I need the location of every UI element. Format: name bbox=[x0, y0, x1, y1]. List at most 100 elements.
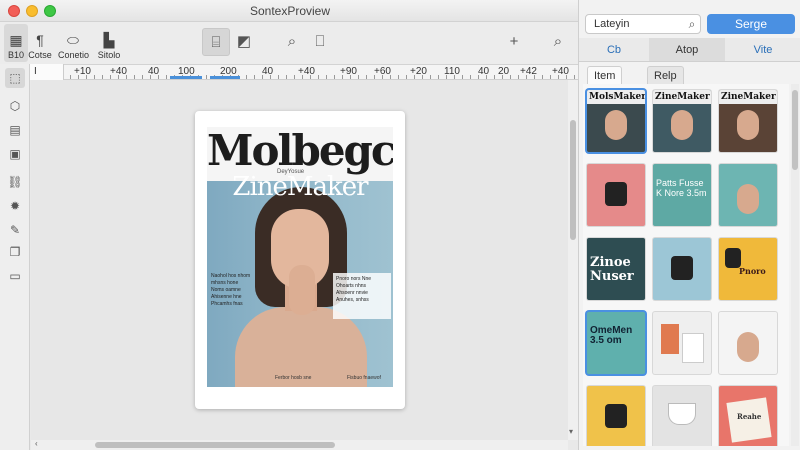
tile-title: Patts Fusse K Nore 3.5m bbox=[656, 178, 707, 198]
tab-cb[interactable]: Cb bbox=[579, 38, 649, 62]
panel-scrollbar[interactable] bbox=[791, 84, 799, 446]
cover-text-line: Noms oamne bbox=[211, 287, 241, 293]
toolbar-button-b10[interactable]: ▦ B10 bbox=[4, 24, 28, 62]
canvas-horizontal-scrollbar[interactable]: ‹ bbox=[31, 439, 568, 450]
tile-cup bbox=[669, 404, 695, 424]
canvas-area[interactable]: Molbegc DeyYosue ZineMaker Naohol hos nh… bbox=[31, 80, 568, 440]
template-tile[interactable] bbox=[587, 164, 645, 226]
scrollbar-thumb[interactable] bbox=[570, 120, 576, 240]
tile-title: OmeMen 3.5 om bbox=[590, 325, 633, 346]
tile-device bbox=[605, 404, 627, 428]
search-button[interactable]: Serge bbox=[707, 14, 795, 34]
canvas-vertical-scrollbar[interactable]: ▾ bbox=[568, 80, 578, 440]
crop-frame-icon[interactable]: ◩ bbox=[230, 28, 258, 56]
magazine-cover[interactable]: Molbegc DeyYosue ZineMaker Naohol hos nh… bbox=[207, 127, 393, 387]
ruler-label: +10 bbox=[74, 66, 91, 77]
tile-title: ZineMaker bbox=[719, 90, 777, 104]
images-icon[interactable]: ▣ bbox=[5, 144, 25, 164]
toolbar-button-label: Conetio bbox=[58, 50, 90, 60]
cover-text-line: Anuhes, snhss bbox=[336, 297, 369, 303]
tile-title: Zinoe Nuser bbox=[590, 255, 634, 284]
tab-vite[interactable]: Vite bbox=[725, 38, 800, 62]
template-tile[interactable]: Patts Fusse K Nore 3.5m bbox=[653, 164, 711, 226]
cover-text-line: mhsns hone bbox=[211, 280, 239, 286]
template-tile[interactable] bbox=[653, 386, 711, 446]
toolbar-button-cotse[interactable]: ¶ Cotse bbox=[28, 24, 52, 62]
tile-device bbox=[725, 248, 741, 268]
presentation-icon[interactable]: ⌸ bbox=[202, 28, 230, 56]
cover-footer-right[interactable]: Fisbuo fnaewof bbox=[347, 375, 381, 381]
subtab-relp[interactable]: Relp bbox=[647, 66, 684, 84]
tile-portrait bbox=[605, 110, 627, 140]
scrollbar-thumb[interactable] bbox=[95, 442, 335, 448]
bucket-icon: ▙ bbox=[103, 32, 115, 48]
chevron-down-icon[interactable]: ▾ bbox=[569, 427, 573, 436]
tile-title: MolsMaker bbox=[587, 90, 645, 104]
template-tile[interactable]: Zinoe Nuser bbox=[587, 238, 645, 300]
ruler-label: 20 bbox=[498, 66, 510, 77]
template-tile[interactable] bbox=[719, 312, 777, 374]
chevron-left-icon[interactable]: ‹ bbox=[35, 439, 38, 448]
template-tile[interactable]: MolsMaker bbox=[587, 90, 645, 152]
ruler-label: +40 bbox=[110, 66, 127, 77]
template-tile[interactable]: Pnoro bbox=[719, 238, 777, 300]
scrollbar-thumb[interactable] bbox=[792, 90, 798, 170]
cover-headline[interactable]: ZineMaker bbox=[207, 172, 393, 202]
ruler-label: 100 bbox=[178, 66, 195, 77]
toolbar-button-conetio[interactable]: ⬭ Conetio bbox=[58, 24, 90, 62]
select-tool-icon[interactable]: ⬚ bbox=[5, 68, 25, 88]
template-tile[interactable]: ZineMaker bbox=[719, 90, 777, 152]
template-tile[interactable] bbox=[653, 238, 711, 300]
layers-icon[interactable]: ▤ bbox=[5, 120, 25, 140]
toolbar: ▦ B10 ¶ Cotse ⬭ Conetio ▙ Sitolo ⌸ ◩ ⌕ ⎕… bbox=[0, 22, 578, 64]
cover-footer-left[interactable]: Ferbor hosb sne bbox=[275, 375, 311, 381]
template-tile[interactable] bbox=[587, 386, 645, 446]
ruler-label: 40 bbox=[148, 66, 160, 77]
template-tile[interactable]: Reahe bbox=[719, 386, 777, 446]
plus-icon[interactable]: + bbox=[500, 28, 528, 56]
ruler-label: +20 bbox=[410, 66, 427, 77]
template-tile[interactable]: ZineMaker bbox=[653, 90, 711, 152]
toolbar-button-sitolo[interactable]: ▙ Sitolo bbox=[94, 24, 124, 62]
search-icon[interactable]: ⌕ bbox=[683, 14, 701, 34]
preview-icon[interactable]: ▭ bbox=[5, 266, 25, 286]
cover-text-line: Pnoro nors Nne bbox=[336, 276, 372, 282]
toolbar-button-label: B10 bbox=[7, 50, 24, 60]
magnifier-icon[interactable]: ⌕ bbox=[544, 28, 572, 56]
subtab-item[interactable]: Item bbox=[587, 66, 623, 84]
left-tool-strip: ⬚ ⬡ ▤ ▣ ⛓ ✹ ✎ ❐ ▭ bbox=[0, 64, 30, 450]
template-tile[interactable] bbox=[653, 312, 711, 374]
app-window: SontexProview ▦ B10 ¶ Cotse ⬭ Conetio ▙ … bbox=[0, 0, 800, 450]
horizontal-ruler[interactable]: +10 +40 40 100 200 40 +40 +90 +60 +20 11… bbox=[30, 64, 578, 80]
effects-icon[interactable]: ✹ bbox=[5, 196, 25, 216]
grid-layout-icon: ▦ bbox=[9, 32, 23, 48]
template-tile[interactable] bbox=[719, 164, 777, 226]
template-tile[interactable]: OmeMen 3.5 om bbox=[587, 312, 645, 374]
ruler-label: 40 bbox=[262, 66, 274, 77]
tile-portrait bbox=[737, 184, 759, 214]
ruler-label: 110 bbox=[444, 66, 460, 77]
shapes-icon[interactable]: ⬡ bbox=[5, 96, 25, 116]
link-icon[interactable]: ⛓ bbox=[5, 172, 25, 192]
tile-title: Pnoro bbox=[739, 266, 766, 276]
cover-text-line: Phcamhs fnas bbox=[211, 301, 243, 307]
cover-masthead[interactable]: Molbegc bbox=[207, 129, 393, 173]
cover-text-line: Ahsoenr nnvie bbox=[336, 290, 368, 296]
tile-office-object bbox=[683, 334, 703, 362]
document-page[interactable]: Molbegc DeyYosue ZineMaker Naohol hos nh… bbox=[195, 111, 405, 409]
ruler-label: 40 bbox=[478, 66, 490, 77]
cover-text-line: Ahisenne hne bbox=[211, 294, 242, 300]
pages-icon[interactable]: ❐ bbox=[5, 242, 25, 262]
style-icon[interactable]: ✎ bbox=[5, 220, 25, 240]
tile-portrait bbox=[737, 332, 759, 362]
search-icon[interactable]: ⌕ bbox=[278, 28, 306, 56]
tab-atop[interactable]: Atop bbox=[649, 38, 725, 62]
unit-selector[interactable]: I Lobeo bbox=[30, 64, 64, 93]
book-open-icon[interactable]: ⎕ bbox=[306, 28, 334, 56]
tile-portrait bbox=[737, 110, 759, 140]
cover-left-column[interactable]: Naohol hos nhom mhsns hone Noms oamne Ah… bbox=[211, 273, 269, 313]
tile-office-object bbox=[661, 324, 679, 354]
tile-title: ZineMaker bbox=[653, 90, 711, 104]
cover-right-column[interactable]: Pnoro nors Nne Ohoarts nhns Ahsoenr nnvi… bbox=[333, 273, 391, 319]
toolbar-button-label: Sitolo bbox=[97, 50, 121, 60]
